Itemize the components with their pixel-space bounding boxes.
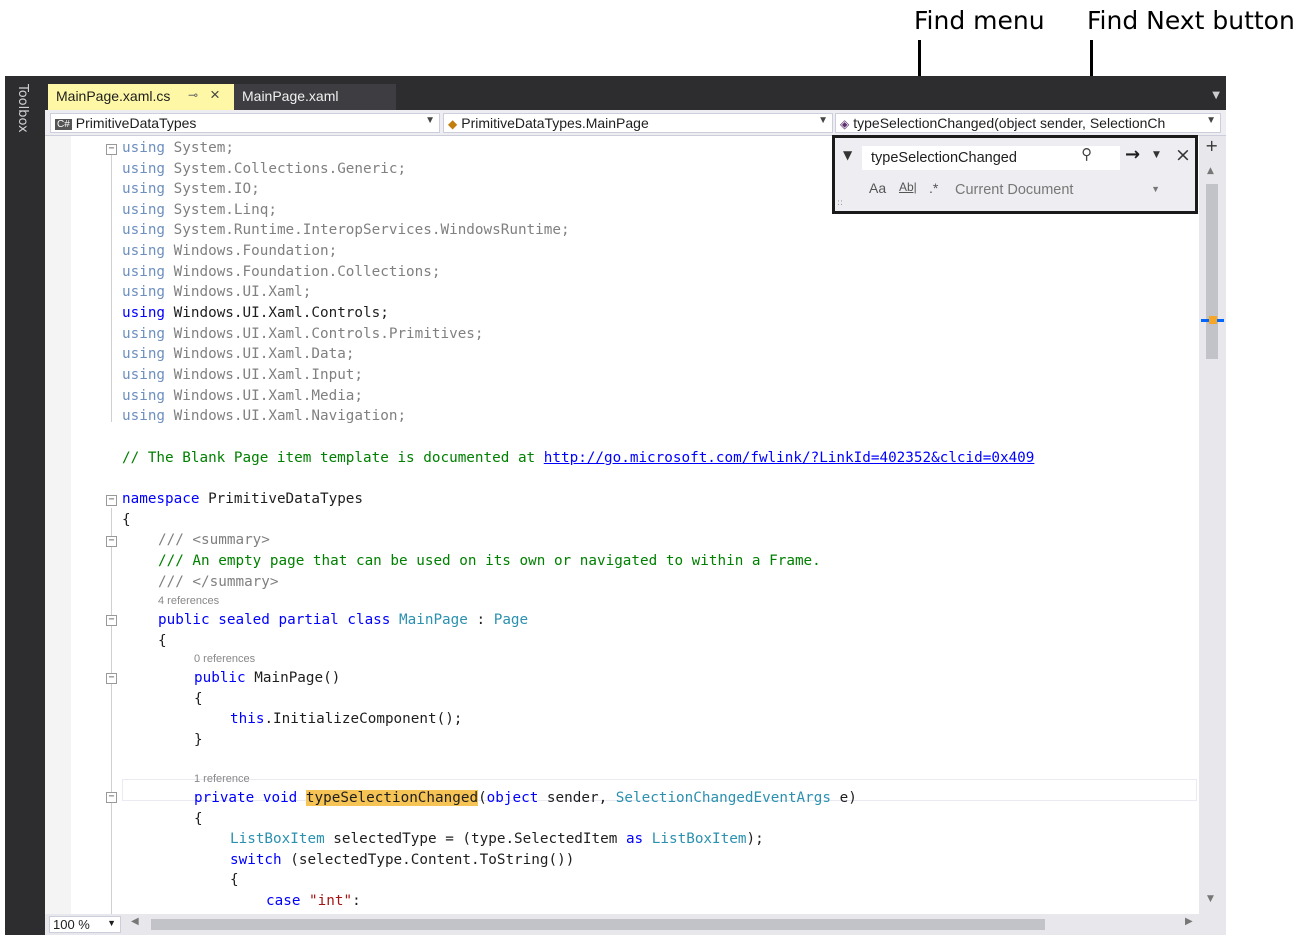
- chevron-down-icon: ▼: [1206, 115, 1216, 126]
- scrollbar-thumb[interactable]: [1206, 184, 1218, 359]
- code-line-doc-comment: /// </summary>: [158, 574, 279, 590]
- document-tabbar: MainPage.xaml.cs ⊸ × MainPage.xaml ▼: [45, 76, 1226, 110]
- zoom-value: 100 %: [53, 917, 90, 932]
- member-dropdown[interactable]: ◈ typeSelectionChanged(object sender, Sel…: [835, 113, 1221, 133]
- regex-toggle[interactable]: .*: [929, 180, 938, 196]
- chevron-down-icon: ▼: [107, 918, 116, 928]
- method-icon: ◈: [840, 117, 850, 131]
- callout-find-next-button: Find Next button: [1087, 6, 1295, 35]
- code-line-using: using System.Runtime.InteropServices.Win…: [122, 222, 570, 238]
- outline-guide: [111, 152, 112, 422]
- scroll-left-icon[interactable]: ◀: [131, 916, 139, 927]
- pin-icon[interactable]: ⊸: [188, 88, 198, 102]
- code-line-using: using Windows.UI.Xaml.Input;: [122, 367, 364, 383]
- match-whole-word-toggle[interactable]: Ab|: [899, 180, 917, 194]
- horizontal-scrollbar-thumb[interactable]: [151, 919, 1045, 930]
- code-line-using: using Windows.UI.Xaml.Data;: [122, 346, 355, 362]
- search-scope-value: Current Document: [955, 182, 1074, 198]
- tab-label: MainPage.xaml: [242, 88, 339, 104]
- scroll-down-icon[interactable]: ▼: [1207, 894, 1214, 904]
- code-line-using: using System;: [122, 140, 234, 156]
- member-name: typeSelectionChanged(object sender, Sele…: [853, 115, 1166, 131]
- code-line-using: using System.Linq;: [122, 202, 277, 218]
- code-line-case: case "int":: [266, 893, 361, 909]
- search-match-highlight: typeSelectionChanged: [305, 790, 479, 806]
- code-line-using: using Windows.UI.Xaml;: [122, 284, 312, 300]
- class-name: PrimitiveDataTypes.MainPage: [461, 115, 649, 131]
- callout-find-menu: Find menu: [914, 6, 1045, 35]
- code-line-using: using Windows.UI.Xaml.Controls.Primitive…: [122, 326, 484, 342]
- code-line-doc-comment: /// <summary>: [158, 532, 270, 548]
- code-line-brace: {: [122, 512, 131, 528]
- find-options-dropdown-icon[interactable]: ▼: [1153, 150, 1160, 160]
- code-line-brace: }: [194, 732, 203, 748]
- code-line-using: using Windows.UI.Xaml.Navigation;: [122, 408, 407, 424]
- documentation-link[interactable]: http://go.microsoft.com/fwlink/?LinkId=4…: [544, 450, 1035, 466]
- split-window-icon[interactable]: +: [1205, 136, 1218, 155]
- search-result-marker: [1209, 316, 1217, 324]
- scroll-up-icon[interactable]: ▲: [1207, 166, 1214, 176]
- project-dropdown[interactable]: C# PrimitiveDataTypes ▼: [50, 113, 440, 133]
- code-editor[interactable]: − − − − − − using System; using System.C…: [45, 136, 1199, 914]
- toolbox-strip[interactable]: Toolbox: [5, 76, 45, 935]
- find-widget: ▼ ⚲ → ▼ × Aa Ab| .* Current Document ▼ :…: [832, 135, 1198, 214]
- codelens-references[interactable]: 0 references: [194, 653, 255, 665]
- code-line-switch: switch (selectedType.Content.ToString()): [230, 852, 575, 868]
- project-name: PrimitiveDataTypes: [75, 115, 197, 131]
- code-line-using: using Windows.UI.Xaml.Media;: [122, 388, 364, 404]
- collapse-icon[interactable]: −: [106, 495, 117, 506]
- collapse-icon[interactable]: −: [106, 792, 117, 803]
- code-line-using: using System.Collections.Generic;: [122, 161, 407, 177]
- close-icon[interactable]: ×: [210, 85, 220, 105]
- code-line-method: private void typeSelectionChanged(object…: [194, 790, 857, 806]
- collapse-icon[interactable]: −: [106, 673, 117, 684]
- tab-overflow-icon[interactable]: ▼: [1212, 90, 1220, 101]
- editor-status-bar: 100 % ▼ ◀ ▶: [45, 914, 1226, 935]
- code-line-constructor: public MainPage(): [194, 670, 341, 686]
- code-line-statement: this.InitializeComponent();: [230, 711, 463, 727]
- code-line-comment: // The Blank Page item template is docum…: [122, 450, 1035, 466]
- code-line-using: using System.IO;: [122, 181, 260, 197]
- navigation-bar: C# PrimitiveDataTypes ▼ ◆ PrimitiveDataTyp…: [45, 110, 1226, 136]
- collapse-icon[interactable]: −: [106, 144, 117, 155]
- codelens-references[interactable]: 4 references: [158, 595, 219, 607]
- outline-guide: [111, 508, 112, 914]
- chevron-down-icon: ▼: [425, 115, 435, 126]
- code-line-brace: {: [158, 633, 167, 649]
- code-line-statement: ListBoxItem selectedType = (type.Selecte…: [230, 831, 764, 847]
- code-line-using: using Windows.Foundation.Collections;: [122, 264, 441, 280]
- tab-label: MainPage.xaml.cs: [56, 88, 171, 104]
- code-line-doc-comment: /// An empty page that can be used on it…: [158, 553, 821, 569]
- vertical-scrollbar[interactable]: + ▲ ▼: [1199, 136, 1226, 914]
- code-line-brace: {: [194, 691, 203, 707]
- collapse-icon[interactable]: −: [106, 615, 117, 626]
- tab-mainpage-xaml[interactable]: MainPage.xaml: [234, 84, 396, 110]
- resize-grip-icon[interactable]: ::: [837, 198, 843, 208]
- code-line-using: using Windows.Foundation;: [122, 243, 338, 259]
- code-line-class: public sealed partial class MainPage : P…: [158, 612, 529, 628]
- csharp-project-icon: C#: [55, 119, 72, 130]
- toolbox-label[interactable]: Toolbox: [15, 84, 30, 133]
- collapse-icon[interactable]: −: [106, 536, 117, 547]
- chevron-down-icon: ▼: [1151, 184, 1160, 194]
- zoom-dropdown[interactable]: 100 % ▼: [49, 916, 121, 933]
- class-dropdown[interactable]: ◆ PrimitiveDataTypes.MainPage ▼: [443, 113, 833, 133]
- find-next-button[interactable]: →: [1125, 144, 1140, 165]
- code-line-using: using Windows.UI.Xaml.Controls;: [122, 305, 389, 321]
- indicator-margin: [45, 136, 71, 914]
- class-icon: ◆: [448, 117, 458, 131]
- code-line-brace: {: [194, 811, 203, 827]
- search-icon[interactable]: ⚲: [1081, 145, 1092, 163]
- search-scope-dropdown[interactable]: Current Document ▼: [955, 182, 1160, 204]
- codelens-references[interactable]: 1 reference: [194, 773, 250, 785]
- toggle-replace-icon[interactable]: ▼: [843, 148, 852, 162]
- chevron-down-icon: ▼: [818, 115, 828, 126]
- match-case-toggle[interactable]: Aa: [869, 180, 886, 196]
- code-line-brace: {: [230, 872, 239, 888]
- code-line-namespace: namespace PrimitiveDataTypes: [122, 491, 364, 507]
- close-icon[interactable]: ×: [1175, 144, 1191, 166]
- scroll-right-icon[interactable]: ▶: [1185, 916, 1193, 927]
- tab-mainpage-xaml-cs[interactable]: MainPage.xaml.cs ⊸ ×: [48, 84, 236, 110]
